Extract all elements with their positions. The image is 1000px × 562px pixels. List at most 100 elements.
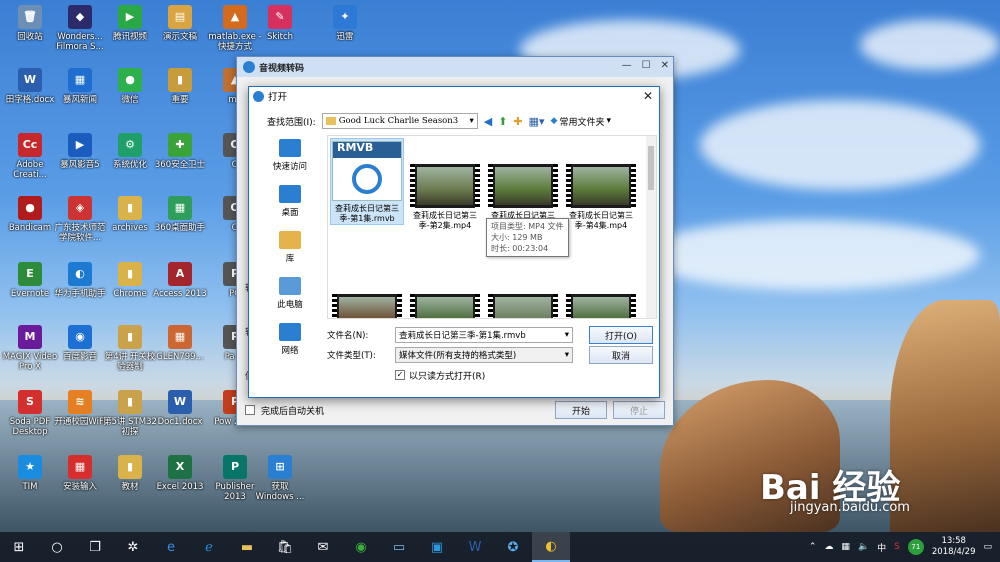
- desktop-icon[interactable]: ▤ 演示文稿: [152, 5, 208, 42]
- desktop-icon[interactable]: ✚ 360安全卫士: [152, 133, 208, 170]
- lookin-combo[interactable]: Good Luck Charlie Season3 ▾: [321, 113, 478, 129]
- start-button[interactable]: 开始: [555, 401, 607, 419]
- scrollbar-thumb[interactable]: [648, 146, 654, 190]
- tim-icon[interactable]: ✪: [494, 532, 532, 562]
- file-view-scrollbar[interactable]: [646, 136, 656, 318]
- desktop-icon-label: 安装输入: [62, 482, 97, 492]
- 360-browser-icon[interactable]: ◉: [342, 532, 380, 562]
- desktop-icon[interactable]: ▮ 重要: [152, 68, 208, 105]
- laptop-app-icon[interactable]: ▭: [380, 532, 418, 562]
- desktop-icon[interactable]: ▦ GLEN799...: [152, 325, 208, 362]
- cloud-icon[interactable]: ☁: [824, 542, 833, 552]
- app-icon: ✦: [333, 5, 357, 29]
- new-folder-icon[interactable]: ✚: [513, 115, 522, 128]
- desktop-icon[interactable]: M MAGIX Video Pro X: [2, 325, 58, 372]
- maximize-button[interactable]: ☐: [642, 60, 651, 71]
- readonly-checkbox[interactable]: ✓: [395, 370, 405, 380]
- desktop-icon[interactable]: ▮ 第4讲 开关校验器制: [102, 325, 158, 372]
- desktop-icon[interactable]: ● Bandicam: [2, 196, 58, 233]
- desktop-icon[interactable]: ◈ 广东技术师范学院软件...: [52, 196, 108, 243]
- file-item[interactable]: [330, 268, 404, 318]
- desktop-icon[interactable]: ✦ 迅雷: [317, 5, 373, 42]
- common-folders-button[interactable]: ◆ 常用文件夹 ▾: [551, 115, 611, 128]
- app-icon: ◈: [68, 196, 92, 220]
- desktop-icon[interactable]: ✎ Skitch: [252, 5, 308, 42]
- desktop-icon[interactable]: ★ TIM: [2, 455, 58, 492]
- store-icon[interactable]: 🛍: [266, 532, 304, 562]
- pinwheel-app-icon[interactable]: ✲: [114, 532, 152, 562]
- stop-button[interactable]: 停止: [613, 401, 665, 419]
- desktop-icon[interactable]: Cc Adobe Creati...: [2, 133, 58, 180]
- search-circle-icon[interactable]: ○: [38, 532, 76, 562]
- file-item[interactable]: [408, 268, 482, 318]
- dialog-titlebar[interactable]: 打开: [249, 87, 659, 105]
- word-icon[interactable]: W: [456, 532, 494, 562]
- security-badge[interactable]: 71: [907, 539, 924, 555]
- transcoder-titlebar[interactable]: 音视频转码: [237, 57, 673, 77]
- place-item[interactable]: 此电脑: [259, 273, 321, 319]
- desktop-icon[interactable]: ▦ 暴风新闻: [52, 68, 108, 105]
- desktop-icon[interactable]: ▦ 安装输入: [52, 455, 108, 492]
- transcoder-taskbar-icon[interactable]: ◐: [532, 532, 570, 562]
- open-button[interactable]: 打开(O): [589, 326, 653, 344]
- file-item[interactable]: 查莉成长日记第三季-第4集.mp4: [564, 138, 638, 231]
- edge-browser-icon[interactable]: ℯ: [190, 532, 228, 562]
- minimize-button[interactable]: —: [622, 60, 632, 71]
- close-button[interactable]: ✕: [661, 60, 669, 71]
- up-folder-icon[interactable]: ⬆: [498, 115, 507, 128]
- cancel-button[interactable]: 取消: [589, 346, 653, 364]
- desktop-icon[interactable]: ▶ 腾讯视频: [102, 5, 158, 42]
- auto-shutdown-checkbox[interactable]: [245, 405, 255, 415]
- place-item[interactable]: 桌面: [259, 181, 321, 227]
- desktop-icon[interactable]: ▮ 第5讲 STM32初探: [102, 390, 158, 437]
- dialog-close-button[interactable]: ✕: [643, 89, 653, 103]
- back-icon[interactable]: ◀: [484, 115, 492, 128]
- desktop-icon[interactable]: ⊞ 获取 Windows ...: [252, 455, 308, 502]
- ie-browser-icon[interactable]: e: [152, 532, 190, 562]
- view-menu-icon[interactable]: ▦▾: [529, 115, 545, 128]
- desktop-icon[interactable]: ◆ Wonders... Filmora S...: [52, 5, 108, 52]
- desktop-icon[interactable]: W 田字格.docx: [2, 68, 58, 105]
- place-item[interactable]: 库: [259, 227, 321, 273]
- notification-icon[interactable]: ▭: [983, 542, 992, 552]
- clock[interactable]: 13:58 2018/4/29: [932, 536, 976, 558]
- desktop-icon-label: 迅雷: [336, 32, 354, 42]
- start-windows-icon[interactable]: ⊞: [0, 532, 38, 562]
- desktop-icon[interactable]: ◉ 百度影音: [52, 325, 108, 362]
- volume-icon[interactable]: 🔈: [858, 542, 869, 552]
- desktop-icon[interactable]: ▮ archives: [102, 196, 158, 233]
- desktop-icon[interactable]: W Doc1.docx: [152, 390, 208, 427]
- filename-combo[interactable]: 查莉成长日记第三季-第1集.rmvb ▾: [395, 327, 573, 343]
- thumbnail-scene: [417, 297, 473, 318]
- file-item[interactable]: [486, 268, 560, 318]
- remote-desktop-icon[interactable]: ▣: [418, 532, 456, 562]
- file-explorer-icon[interactable]: ▬: [228, 532, 266, 562]
- desktop-icon[interactable]: 🗑 回收站: [2, 5, 58, 42]
- filetype-combo[interactable]: 媒体文件(所有支持的格式类型) ▾: [395, 347, 573, 363]
- network-icon[interactable]: ▦: [841, 542, 850, 552]
- desktop-icon[interactable]: E Evernote: [2, 262, 58, 299]
- file-item[interactable]: [564, 268, 638, 318]
- file-view: RMVB 查莉成长日记第三季-第1集.rmvb 查莉成长日记第三季-第2集.mp4 查…: [327, 135, 657, 319]
- desktop-icon[interactable]: X Excel 2013: [152, 455, 208, 492]
- desktop-icon[interactable]: ▦ 360桌面助手: [152, 196, 208, 233]
- task-view-icon[interactable]: ❐: [76, 532, 114, 562]
- chevron-up-icon[interactable]: ⌃: [809, 542, 817, 552]
- desktop-icon[interactable]: ▮ Chrome: [102, 262, 158, 299]
- desktop-icon[interactable]: ⚙ 系统优化: [102, 133, 158, 170]
- desktop-icon[interactable]: ≋ 开通校园WiFi: [52, 390, 108, 427]
- desktop-icon[interactable]: ▮ 教材: [102, 455, 158, 492]
- desktop-icon[interactable]: A Access 2013: [152, 262, 208, 299]
- desktop-icon[interactable]: S Soda PDF Desktop: [2, 390, 58, 437]
- sogou-icon[interactable]: S: [894, 542, 900, 552]
- mail-icon[interactable]: ✉: [304, 532, 342, 562]
- file-item[interactable]: RMVB 查莉成长日记第三季-第1集.rmvb: [330, 138, 404, 225]
- language-indicator[interactable]: 中: [877, 541, 886, 554]
- place-item[interactable]: 快速访问: [259, 135, 321, 181]
- file-item[interactable]: 查莉成长日记第三季-第2集.mp4: [408, 138, 482, 231]
- desktop-icon-label: 暴风新闻: [62, 95, 97, 105]
- desktop-icon[interactable]: ▶ 暴风影音5: [52, 133, 108, 170]
- desktop-icon[interactable]: ● 微信: [102, 68, 158, 105]
- place-item[interactable]: 网络: [259, 319, 321, 365]
- desktop-icon[interactable]: ◐ 华为手机助手: [52, 262, 108, 299]
